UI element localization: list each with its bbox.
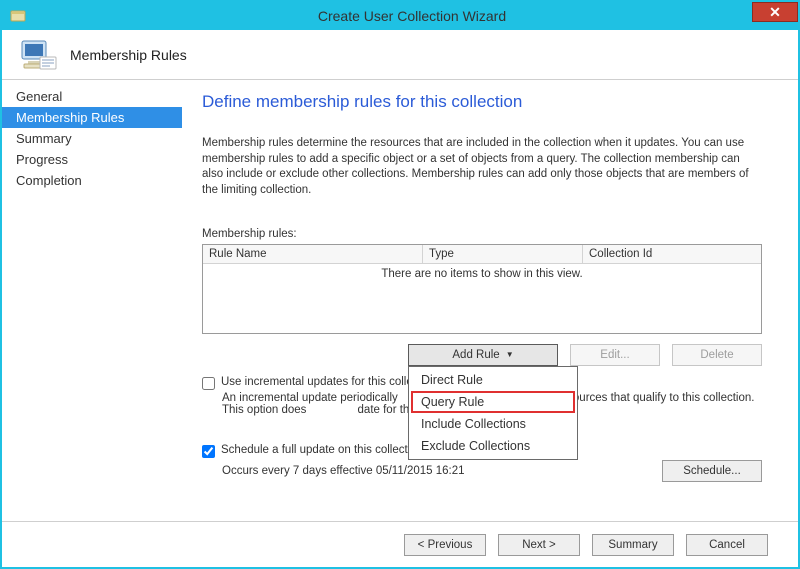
schedule-occurs-text: Occurs every 7 days effective 05/11/2015…: [222, 465, 465, 477]
schedule-button[interactable]: Schedule...: [662, 460, 762, 482]
menu-item-direct-rule[interactable]: Direct Rule: [411, 369, 575, 391]
schedule-full-update-checkbox[interactable]: [202, 445, 215, 458]
column-rule-name[interactable]: Rule Name: [203, 245, 423, 263]
list-columns: Rule Name Type Collection Id: [203, 245, 761, 264]
menu-item-exclude-collections[interactable]: Exclude Collections: [411, 435, 575, 457]
computer-icon: [18, 35, 58, 75]
next-button[interactable]: Next >: [498, 534, 580, 556]
section-heading: Define membership rules for this collect…: [202, 92, 762, 112]
incremental-updates-checkbox[interactable]: [202, 377, 215, 390]
sidebar-step-membership-rules[interactable]: Membership Rules: [2, 107, 182, 128]
content-pane: Define membership rules for this collect…: [182, 80, 798, 521]
cancel-button[interactable]: Cancel: [686, 534, 768, 556]
incremental-updates-label: Use incremental updates for this collect…: [221, 376, 437, 388]
add-rule-button[interactable]: Add Rule ▼: [408, 344, 558, 366]
wizard-footer: < Previous Next > Summary Cancel: [2, 521, 798, 567]
sidebar-step-general[interactable]: General: [2, 86, 182, 107]
summary-button[interactable]: Summary: [592, 534, 674, 556]
rule-actions: Add Rule ▼ Direct Rule Query Rule Includ…: [202, 344, 762, 366]
window-title: Create User Collection Wizard: [26, 8, 798, 24]
close-icon: ✕: [769, 4, 781, 21]
sidebar-step-progress[interactable]: Progress: [2, 149, 182, 170]
header-band: Membership Rules: [2, 30, 798, 80]
membership-rules-list[interactable]: Rule Name Type Collection Id There are n…: [202, 244, 762, 334]
step-sidebar: General Membership Rules Summary Progres…: [2, 80, 182, 521]
previous-button[interactable]: < Previous: [404, 534, 486, 556]
wizard-window: Create User Collection Wizard ✕ Membersh…: [0, 0, 800, 569]
incremental-desc-a: An incremental update periodically: [222, 392, 398, 404]
incremental-updates-label-text: Use incremental updates for this collect…: [221, 376, 437, 388]
wizard-sysicon: [10, 8, 26, 24]
column-collection-id[interactable]: Collection Id: [583, 245, 761, 263]
delete-rule-button: Delete: [672, 344, 762, 366]
membership-rules-label: Membership rules:: [202, 228, 762, 240]
add-rule-label: Add Rule: [452, 349, 499, 361]
title-bar[interactable]: Create User Collection Wizard ✕: [2, 2, 798, 30]
page-title: Membership Rules: [70, 47, 187, 63]
schedule-details-row: Occurs every 7 days effective 05/11/2015…: [222, 460, 762, 482]
section-description: Membership rules determine the resources…: [202, 136, 762, 198]
sidebar-step-completion[interactable]: Completion: [2, 170, 182, 191]
sidebar-step-summary[interactable]: Summary: [2, 128, 182, 149]
menu-item-include-collections[interactable]: Include Collections: [411, 413, 575, 435]
add-rule-menu: Direct Rule Query Rule Include Collectio…: [408, 366, 578, 460]
dropdown-icon: ▼: [506, 351, 514, 359]
schedule-full-update-label: Schedule a full update on this collectio…: [221, 444, 423, 456]
column-type[interactable]: Type: [423, 245, 583, 263]
list-empty-text: There are no items to show in this view.: [203, 264, 761, 333]
menu-item-query-rule[interactable]: Query Rule: [411, 391, 575, 413]
edit-rule-button: Edit...: [570, 344, 660, 366]
close-button[interactable]: ✕: [752, 2, 798, 22]
body-row: General Membership Rules Summary Progres…: [2, 80, 798, 521]
